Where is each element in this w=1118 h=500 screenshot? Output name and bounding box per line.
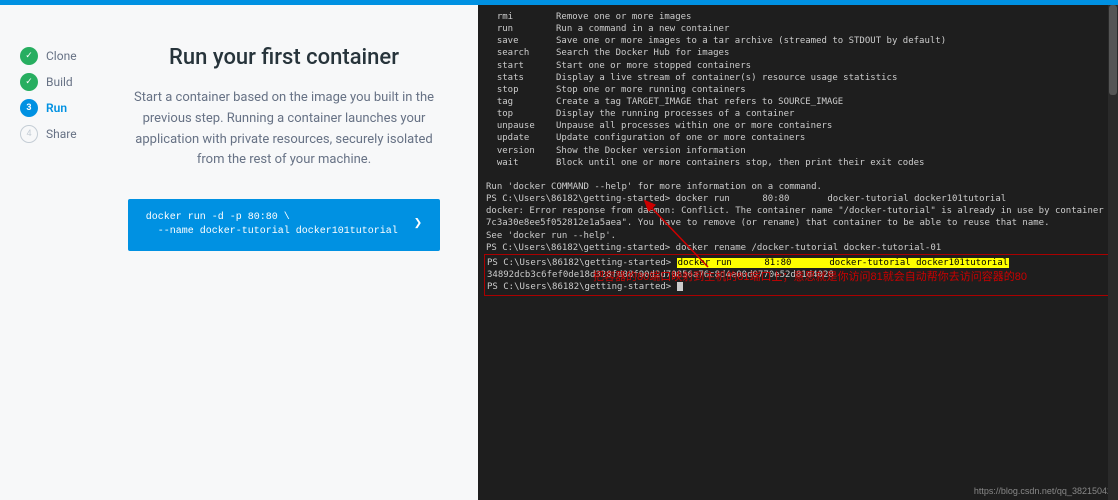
- step-number-icon: 4: [20, 125, 38, 143]
- check-icon: ✓: [20, 47, 38, 65]
- help-row: searchSearch the Docker Hub for images: [486, 47, 1110, 59]
- chevron-right-icon: ❯: [414, 215, 422, 235]
- command-line: PS C:\Users\86182\getting-started> docke…: [486, 193, 1110, 205]
- left-panel: ✓ Clone ✓ Build 3 Run 4 Share Run your first co…: [0, 5, 478, 500]
- command-line: PS C:\Users\86182\getting-started> docke…: [486, 242, 1110, 254]
- step-share[interactable]: 4 Share: [20, 125, 90, 143]
- page-description: Start a container based on the image you…: [129, 88, 439, 171]
- help-row: versionShow the Docker version informati…: [486, 145, 1110, 157]
- help-row: statsDisplay a live stream of container(…: [486, 72, 1110, 84]
- help-row: unpauseUnpause all processes within one …: [486, 120, 1110, 132]
- scrollbar-thumb[interactable]: [1109, 5, 1117, 95]
- error-line: docker: Error response from daemon: Conf…: [486, 205, 1110, 217]
- step-build[interactable]: ✓ Build: [20, 73, 90, 91]
- page-title: Run your first container: [114, 45, 454, 70]
- more-info-line: Run 'docker COMMAND --help' for more inf…: [486, 181, 1110, 193]
- watermark: https://blog.csdn.net/qq_38215042: [974, 485, 1112, 497]
- check-icon: ✓: [20, 73, 38, 91]
- help-row: startStart one or more stopped container…: [486, 60, 1110, 72]
- error-line: See 'docker run --help'.: [486, 230, 1110, 242]
- help-row: topDisplay the running processes of a co…: [486, 108, 1110, 120]
- step-label: Clone: [46, 49, 77, 63]
- help-row: runRun a command in a new container: [486, 23, 1110, 35]
- help-row: updateUpdate configuration of one or mor…: [486, 132, 1110, 144]
- command-line-highlighted: PS C:\Users\86182\getting-started> docke…: [487, 257, 1109, 269]
- terminal-line: [486, 169, 1110, 181]
- help-row: stopStop one or more running containers: [486, 84, 1110, 96]
- step-label: Share: [46, 127, 77, 141]
- step-number-icon: 3: [20, 99, 38, 117]
- content-area: Run your first container Start a contain…: [90, 29, 478, 500]
- scrollbar[interactable]: [1108, 5, 1118, 500]
- help-output: rmiRemove one or more images runRun a co…: [486, 11, 1110, 169]
- step-clone[interactable]: ✓ Clone: [20, 47, 90, 65]
- help-row: tagCreate a tag TARGET_IMAGE that refers…: [486, 96, 1110, 108]
- help-row: waitBlock until one or more containers s…: [486, 157, 1110, 169]
- step-label: Run: [46, 101, 67, 115]
- error-line: 7c3a30e8ee5f052812e1a5aea". You have to …: [486, 217, 1110, 229]
- step-label: Build: [46, 75, 73, 89]
- terminal-panel[interactable]: rmiRemove one or more images runRun a co…: [478, 5, 1118, 500]
- command-text: docker run -d -p 80:80 \ --name docker-t…: [146, 211, 398, 239]
- highlighted-command: docker run 81:80 docker-tutorial docker1…: [677, 258, 1010, 268]
- help-row: rmiRemove one or more images: [486, 11, 1110, 23]
- help-row: saveSave one or more images to a tar arc…: [486, 35, 1110, 47]
- run-command-button[interactable]: docker run -d -p 80:80 \ --name docker-t…: [128, 199, 440, 251]
- steps-nav: ✓ Clone ✓ Build 3 Run 4 Share: [0, 29, 90, 500]
- app-container: ✓ Clone ✓ Build 3 Run 4 Share Run your first co…: [0, 5, 1118, 500]
- annotation-text: 把容器的80端口映射到主机的81端口上；意思就是你访问81就会自动帮你去访问容器…: [593, 270, 1027, 285]
- step-run[interactable]: 3 Run: [20, 99, 90, 117]
